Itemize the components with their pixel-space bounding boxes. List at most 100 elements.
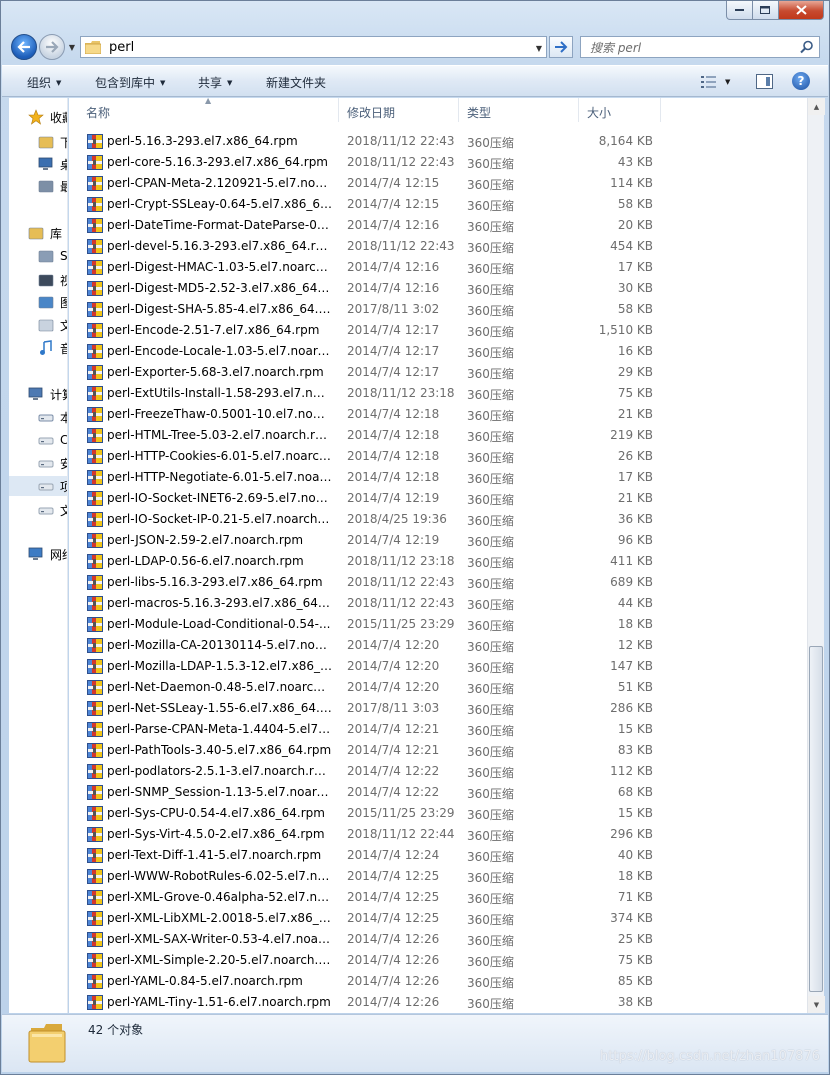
file-row[interactable]: perl-Module-Load-Conditional-0.54-... 201… bbox=[69, 614, 807, 635]
file-row[interactable]: perl-Digest-SHA-5.85-4.el7.x86_64.rpm 201… bbox=[69, 299, 807, 320]
file-size: 58 KB bbox=[617, 302, 653, 316]
file-row[interactable]: perl-Text-Diff-1.41-5.el7.noarch.rpm 2014… bbox=[69, 845, 807, 866]
scroll-up-arrow-icon[interactable]: ▲ bbox=[808, 98, 825, 115]
nav-item-1[interactable]: 下 bbox=[9, 132, 67, 152]
file-date: 2014/7/4 12:20 bbox=[347, 659, 440, 673]
file-row[interactable]: perl-5.16.3-293.el7.x86_64.rpm 2018/11/12… bbox=[69, 131, 807, 152]
search-box[interactable]: 搜索 perl bbox=[580, 36, 820, 58]
file-row[interactable]: perl-JSON-2.59-2.el7.noarch.rpm 2014/7/4 … bbox=[69, 530, 807, 551]
file-row[interactable]: perl-IO-Socket-INET6-2.69-5.el7.noar... 2… bbox=[69, 488, 807, 509]
include-in-library-menu[interactable]: 包含到库中 ▼ bbox=[95, 74, 165, 91]
column-date-modified[interactable]: 修改日期 bbox=[339, 98, 459, 122]
file-row[interactable]: perl-SNMP_Session-1.13-5.el7.noarch... 20… bbox=[69, 782, 807, 803]
file-size: 18 KB bbox=[617, 617, 653, 631]
file-row[interactable]: perl-YAML-0.84-5.el7.noarch.rpm 2014/7/4 … bbox=[69, 971, 807, 992]
nav-item-0[interactable]: 收藏 bbox=[9, 107, 67, 127]
nav-item-14[interactable]: 项 bbox=[9, 476, 67, 496]
file-row[interactable]: perl-Crypt-SSLeay-0.64-5.el7.x86_64.r...… bbox=[69, 194, 807, 215]
file-row[interactable]: perl-FreezeThaw-0.5001-10.el7.noarc... 20… bbox=[69, 404, 807, 425]
vertical-scrollbar[interactable]: ▲ ▼ bbox=[807, 98, 825, 1013]
drive-icon bbox=[38, 478, 54, 494]
nav-item-16[interactable]: 网络 bbox=[9, 544, 67, 564]
file-row[interactable]: perl-XML-Simple-2.20-5.el7.noarch.r... 20… bbox=[69, 950, 807, 971]
help-button[interactable]: ? bbox=[792, 72, 810, 90]
file-row[interactable]: perl-Digest-MD5-2.52-3.el7.x86_64.rp... 2… bbox=[69, 278, 807, 299]
file-row[interactable]: perl-HTTP-Negotiate-6.01-5.el7.noar... 20… bbox=[69, 467, 807, 488]
nav-item-13[interactable]: 安 bbox=[9, 453, 67, 473]
nav-item-7[interactable]: 图 bbox=[9, 292, 67, 312]
preview-pane-button[interactable] bbox=[756, 74, 773, 89]
file-date: 2014/7/4 12:17 bbox=[347, 323, 440, 337]
file-row[interactable]: perl-podlators-2.5.1-3.el7.noarch.rpm 201… bbox=[69, 761, 807, 782]
file-row[interactable]: perl-Encode-Locale-1.03-5.el7.noarch... 2… bbox=[69, 341, 807, 362]
file-row[interactable]: perl-HTTP-Cookies-6.01-5.el7.noarch.... 2… bbox=[69, 446, 807, 467]
file-row[interactable]: perl-PathTools-3.40-5.el7.x86_64.rpm 2014… bbox=[69, 740, 807, 761]
file-row[interactable]: perl-Net-Daemon-0.48-5.el7.noarch.r... 20… bbox=[69, 677, 807, 698]
change-view-button[interactable]: ▼ bbox=[701, 74, 741, 90]
address-dropdown-icon[interactable]: ▼ bbox=[536, 44, 542, 53]
file-row[interactable]: perl-devel-5.16.3-293.el7.x86_64.rpm 2018… bbox=[69, 236, 807, 257]
nav-item-5[interactable]: S bbox=[9, 246, 67, 266]
close-button[interactable] bbox=[779, 1, 824, 20]
file-row[interactable]: perl-IO-Socket-IP-0.21-5.el7.noarch.r...… bbox=[69, 509, 807, 530]
file-row[interactable]: perl-XML-SAX-Writer-0.53-4.el7.noar... 20… bbox=[69, 929, 807, 950]
nav-item-2[interactable]: 桌 bbox=[9, 154, 67, 174]
maximize-button[interactable] bbox=[753, 1, 779, 20]
file-row[interactable]: perl-libs-5.16.3-293.el7.x86_64.rpm 2018/… bbox=[69, 572, 807, 593]
column-size[interactable]: 大小 bbox=[579, 98, 661, 122]
minimize-button[interactable] bbox=[726, 1, 753, 20]
go-button[interactable] bbox=[549, 36, 573, 58]
column-type[interactable]: 类型 bbox=[459, 98, 579, 122]
search-input[interactable]: 搜索 perl bbox=[590, 39, 641, 56]
file-row[interactable]: perl-Net-SSLeay-1.55-6.el7.x86_64.rpm 201… bbox=[69, 698, 807, 719]
file-size: 38 KB bbox=[617, 995, 653, 1009]
file-row[interactable]: perl-XML-LibXML-2.0018-5.el7.x86_6... 201… bbox=[69, 908, 807, 929]
column-name[interactable]: 名称 bbox=[69, 98, 339, 122]
file-row[interactable]: perl-Mozilla-CA-20130114-5.el7.noar... 20… bbox=[69, 635, 807, 656]
file-row[interactable]: perl-YAML-Tiny-1.51-6.el7.noarch.rpm 2014… bbox=[69, 992, 807, 1013]
file-row[interactable]: perl-core-5.16.3-293.el7.x86_64.rpm 2018/… bbox=[69, 152, 807, 173]
address-bar[interactable]: perl ▼ bbox=[80, 36, 547, 58]
file-row[interactable]: perl-Exporter-5.68-3.el7.noarch.rpm 2014/… bbox=[69, 362, 807, 383]
scroll-down-arrow-icon[interactable]: ▼ bbox=[808, 996, 825, 1013]
file-row[interactable]: perl-DateTime-Format-DateParse-0.0... 201… bbox=[69, 215, 807, 236]
file-row[interactable]: perl-Sys-Virt-4.5.0-2.el7.x86_64.rpm 2018… bbox=[69, 824, 807, 845]
file-size: 71 KB bbox=[617, 890, 653, 904]
file-row[interactable]: perl-Encode-2.51-7.el7.x86_64.rpm 2014/7/… bbox=[69, 320, 807, 341]
search-icon[interactable] bbox=[800, 40, 814, 54]
share-menu[interactable]: 共享 ▼ bbox=[198, 74, 232, 91]
nav-item-8[interactable]: 文 bbox=[9, 315, 67, 335]
nav-item-15[interactable]: 文 bbox=[9, 500, 67, 520]
file-row[interactable]: perl-XML-Grove-0.46alpha-52.el7.no... 201… bbox=[69, 887, 807, 908]
file-row[interactable]: perl-Sys-CPU-0.54-4.el7.x86_64.rpm 2015/1… bbox=[69, 803, 807, 824]
recent-pages-dropdown[interactable]: ▼ bbox=[67, 41, 77, 53]
chevron-down-icon: ▼ bbox=[227, 79, 233, 87]
nav-item-12[interactable]: C bbox=[9, 430, 67, 450]
nav-item-6[interactable]: 视 bbox=[9, 270, 67, 290]
nav-item-9[interactable]: 音 bbox=[9, 338, 67, 358]
nav-item-11[interactable]: 本 bbox=[9, 407, 67, 427]
file-name: perl-Net-SSLeay-1.55-6.el7.x86_64.rpm bbox=[107, 701, 332, 715]
file-date: 2014/7/4 12:26 bbox=[347, 953, 440, 967]
file-size: 20 KB bbox=[617, 218, 653, 232]
file-row[interactable]: perl-WWW-RobotRules-6.02-5.el7.no... 2014… bbox=[69, 866, 807, 887]
file-row[interactable]: perl-CPAN-Meta-2.120921-5.el7.noar... 201… bbox=[69, 173, 807, 194]
forward-button[interactable] bbox=[39, 34, 65, 60]
file-date: 2014/7/4 12:18 bbox=[347, 407, 440, 421]
organize-menu[interactable]: 组织 ▼ bbox=[27, 74, 61, 91]
file-row[interactable]: perl-Digest-HMAC-1.03-5.el7.noarch.... 20… bbox=[69, 257, 807, 278]
scrollbar-thumb[interactable] bbox=[809, 646, 823, 992]
file-row[interactable]: perl-macros-5.16.3-293.el7.x86_64.rpm 201… bbox=[69, 593, 807, 614]
file-row[interactable]: perl-HTML-Tree-5.03-2.el7.noarch.rpm 2014… bbox=[69, 425, 807, 446]
file-size: 58 KB bbox=[617, 197, 653, 211]
file-row[interactable]: perl-ExtUtils-Install-1.58-293.el7.noar.… bbox=[69, 383, 807, 404]
file-row[interactable]: perl-Mozilla-LDAP-1.5.3-12.el7.x86_6... 2… bbox=[69, 656, 807, 677]
nav-item-3[interactable]: 最 bbox=[9, 176, 67, 196]
new-folder-button[interactable]: 新建文件夹 bbox=[266, 74, 326, 91]
file-type: 360压缩 bbox=[467, 745, 514, 759]
back-button[interactable] bbox=[11, 34, 37, 60]
nav-item-4[interactable]: 库 bbox=[9, 223, 67, 243]
file-row[interactable]: perl-Parse-CPAN-Meta-1.4404-5.el7.... 201… bbox=[69, 719, 807, 740]
nav-item-10[interactable]: 计算 bbox=[9, 384, 67, 404]
file-row[interactable]: perl-LDAP-0.56-6.el7.noarch.rpm 2018/11/1… bbox=[69, 551, 807, 572]
